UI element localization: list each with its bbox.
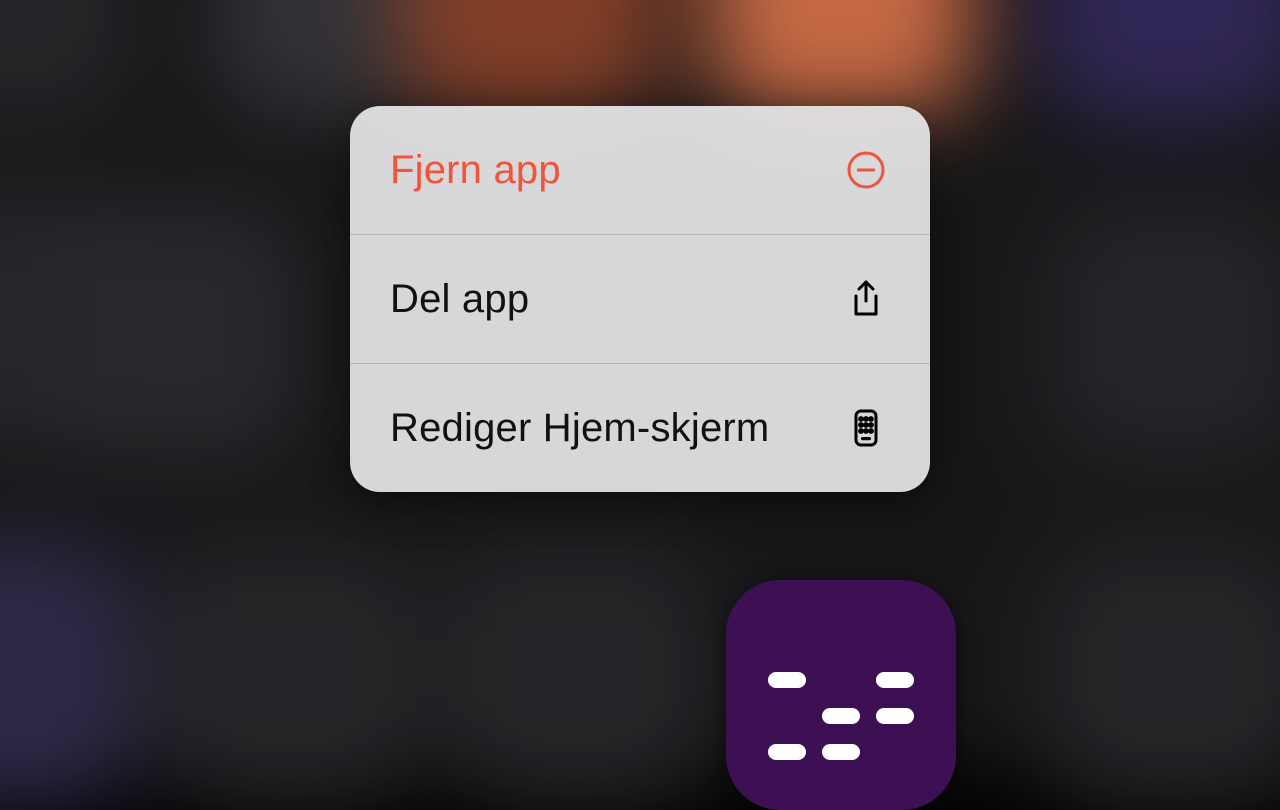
share-icon [842,275,890,323]
blurred-app-tile [1043,199,1280,464]
menu-item-label: Rediger Hjem-skjerm [390,406,769,451]
menu-item-label: Del app [390,277,529,322]
menu-item-share-app[interactable]: Del app [350,234,930,363]
app-context-menu: Fjern app Del app Rediger Hjem-skjerm [350,106,930,492]
menu-item-edit-home-screen[interactable]: Rediger Hjem-skjerm [350,363,930,492]
blurred-app-tile [157,544,422,809]
focused-app-icon[interactable] [726,580,956,810]
menu-item-remove-app[interactable]: Fjern app [350,106,930,234]
blurred-app-tile [0,544,134,809]
blurred-app-tile [0,0,134,119]
blurred-app-tile [1043,0,1280,119]
blurred-app-tile [42,199,307,464]
app-icon-glyph [768,672,914,770]
menu-item-label: Fjern app [390,148,561,193]
blurred-app-tile [399,0,664,119]
edit-home-screen-icon [842,404,890,452]
remove-circle-icon [842,146,890,194]
blurred-app-tile [709,0,974,119]
blurred-app-tile [445,544,710,809]
blurred-app-tile [1043,544,1280,809]
